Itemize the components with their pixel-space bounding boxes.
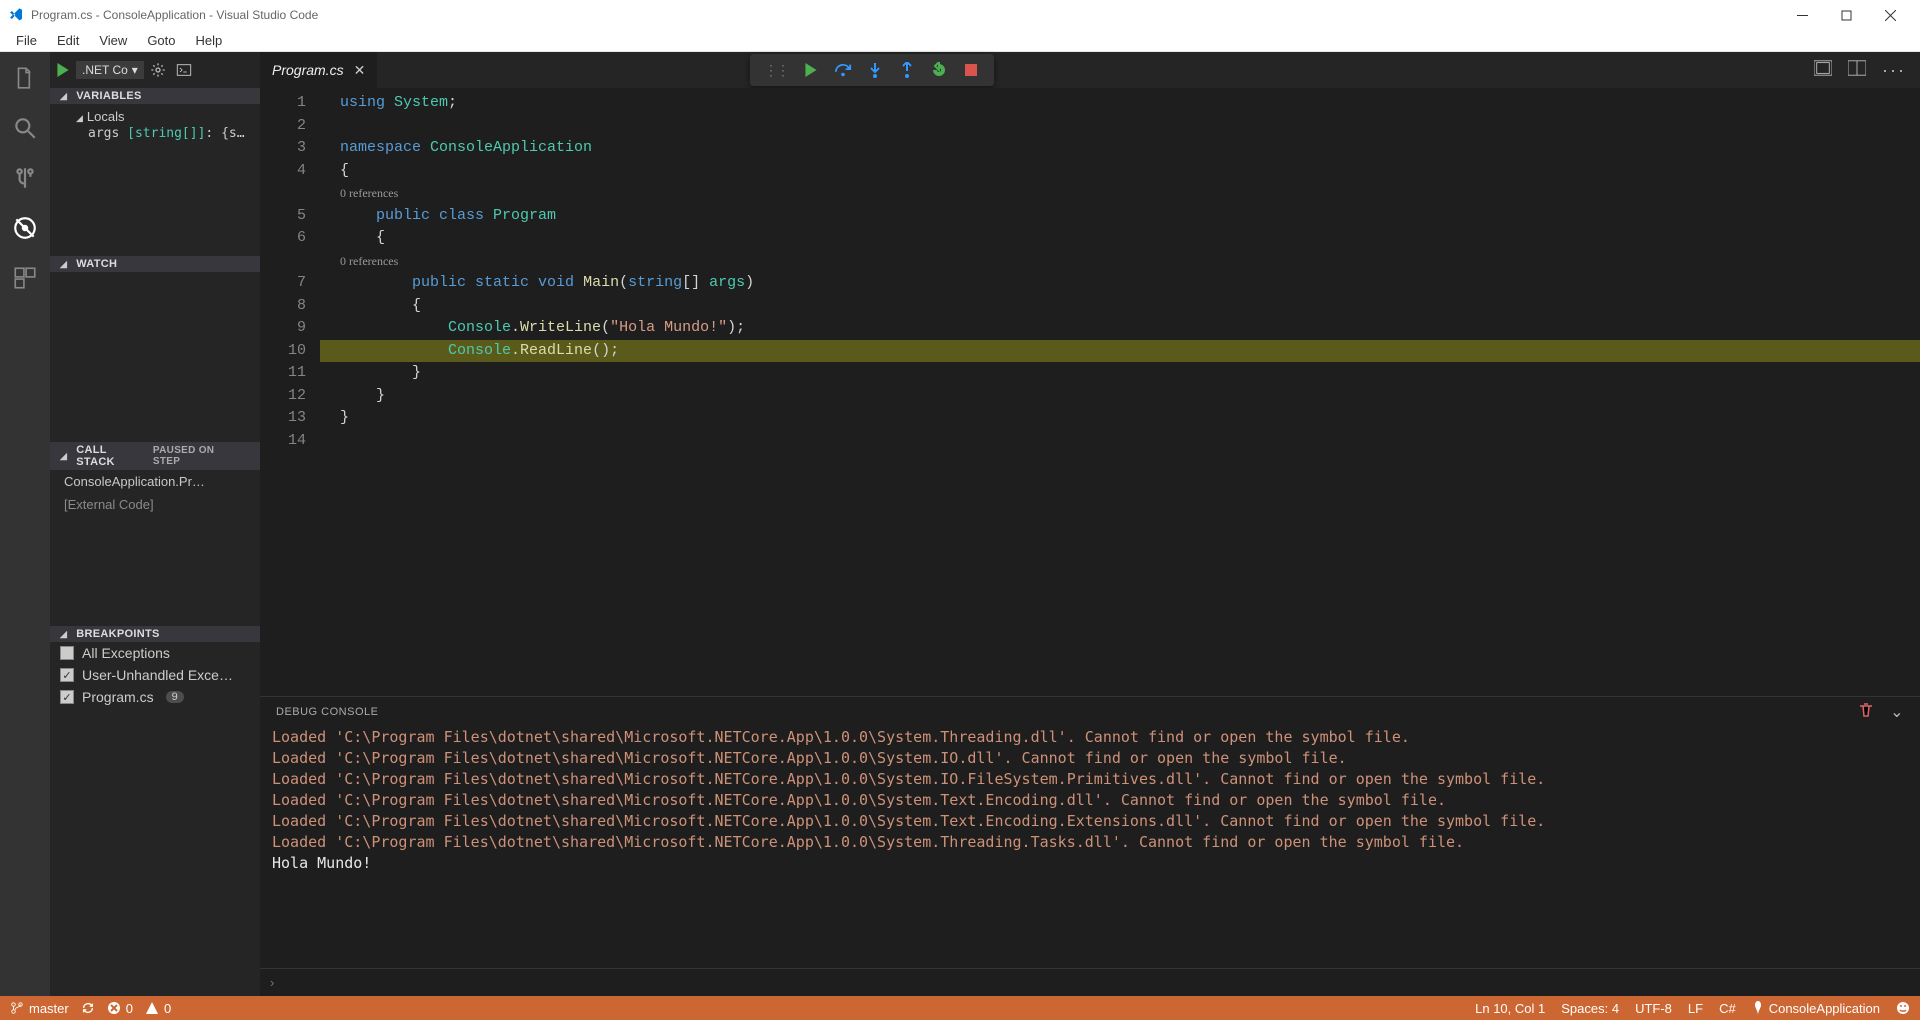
menu-view[interactable]: View <box>89 31 137 50</box>
debug-run-bar: .NET Co▾ <box>50 52 260 88</box>
debug-target-status[interactable]: ConsoleApplication <box>1752 1001 1880 1016</box>
debug-config-select[interactable]: .NET Co▾ <box>76 61 144 79</box>
menu-edit[interactable]: Edit <box>47 31 89 50</box>
activity-bar <box>0 52 50 996</box>
debug-sidebar: .NET Co▾ VARIABLES Locals args [string[]… <box>50 52 260 996</box>
more-actions-icon[interactable]: ··· <box>1882 60 1906 81</box>
debug-console-toggle-icon[interactable] <box>176 62 192 78</box>
status-bar: master 0 0 Ln 10, Col 1 Spaces: 4 UTF-8 … <box>0 996 1920 1020</box>
warnings-status[interactable]: 0 <box>145 1001 171 1016</box>
panel-chevron-icon[interactable]: ⌄ <box>1890 702 1904 722</box>
breakpoint-all-exceptions[interactable]: All Exceptions <box>50 642 260 664</box>
callstack-section-header[interactable]: CALL STACKPAUSED ON STEP <box>50 442 260 470</box>
step-over-button[interactable] <box>834 61 852 79</box>
eol-status[interactable]: LF <box>1688 1001 1703 1016</box>
breakpoints-section-header[interactable]: BREAKPOINTS <box>50 626 260 642</box>
watch-section-header[interactable]: WATCH <box>50 256 260 272</box>
debug-console-output[interactable]: Loaded 'C:\Program Files\dotnet\shared\M… <box>260 727 1920 968</box>
clear-console-icon[interactable] <box>1858 702 1874 722</box>
restart-button[interactable] <box>930 61 948 79</box>
activity-git-icon[interactable] <box>11 164 39 192</box>
window-close-button[interactable] <box>1868 0 1912 30</box>
editor-tab-program[interactable]: Program.cs ✕ <box>260 52 377 88</box>
split-editor-icon[interactable] <box>1814 60 1832 81</box>
activity-search-icon[interactable] <box>11 114 39 142</box>
breakpoint-user-unhandled[interactable]: User-Unhandled Exce… <box>50 664 260 686</box>
activity-debug-icon[interactable] <box>11 214 39 242</box>
breakpoint-program-cs[interactable]: Program.cs9 <box>50 686 260 708</box>
debug-toolbar[interactable]: ⋮⋮ <box>750 54 994 86</box>
indent-status[interactable]: Spaces: 4 <box>1561 1001 1619 1016</box>
stop-button[interactable] <box>962 61 980 79</box>
feedback-icon[interactable] <box>1896 1001 1910 1015</box>
continue-button[interactable] <box>802 61 820 79</box>
close-tab-icon[interactable]: ✕ <box>354 62 366 79</box>
menu-file[interactable]: File <box>6 31 47 50</box>
callstack-frame[interactable]: ConsoleApplication.Pr… <box>50 470 260 493</box>
vscode-icon <box>8 7 24 23</box>
sync-status[interactable] <box>81 1001 95 1015</box>
git-branch-status[interactable]: master <box>10 1001 69 1016</box>
editor-tabbar: Program.cs ✕ ⋮⋮ ··· <box>260 52 1920 88</box>
menu-bar: File Edit View Goto Help <box>0 30 1920 52</box>
variable-args[interactable]: args [string[]]: {s… <box>66 125 260 142</box>
step-out-button[interactable] <box>898 61 916 79</box>
variables-section-header[interactable]: VARIABLES <box>50 88 260 104</box>
menu-goto[interactable]: Goto <box>137 31 185 50</box>
debug-config-gear-icon[interactable] <box>150 62 166 78</box>
editor-layout-icon[interactable] <box>1848 60 1866 81</box>
window-minimize-button[interactable] <box>1780 0 1824 30</box>
drag-handle-icon[interactable]: ⋮⋮ <box>764 62 788 79</box>
debug-console-input[interactable]: › <box>260 968 1920 996</box>
window-maximize-button[interactable] <box>1824 0 1868 30</box>
panel-title: DEBUG CONSOLE <box>276 706 378 718</box>
menu-help[interactable]: Help <box>186 31 233 50</box>
locals-scope[interactable]: Locals <box>66 108 260 125</box>
activity-extensions-icon[interactable] <box>11 264 39 292</box>
debug-console-panel: DEBUG CONSOLE ⌄ Loaded 'C:\Program Files… <box>260 696 1920 996</box>
activity-explorer-icon[interactable] <box>11 64 39 92</box>
code-editor[interactable]: 1234 56 7891011121314 using System; name… <box>260 88 1920 696</box>
language-status[interactable]: C# <box>1719 1001 1736 1016</box>
cursor-position-status[interactable]: Ln 10, Col 1 <box>1475 1001 1545 1016</box>
window-title: Program.cs - ConsoleApplication - Visual… <box>31 8 1780 22</box>
start-debug-button[interactable] <box>56 63 70 77</box>
step-into-button[interactable] <box>866 61 884 79</box>
encoding-status[interactable]: UTF-8 <box>1635 1001 1672 1016</box>
window-titlebar: Program.cs - ConsoleApplication - Visual… <box>0 0 1920 30</box>
callstack-frame-external[interactable]: [External Code] <box>50 493 260 516</box>
errors-status[interactable]: 0 <box>107 1001 133 1016</box>
